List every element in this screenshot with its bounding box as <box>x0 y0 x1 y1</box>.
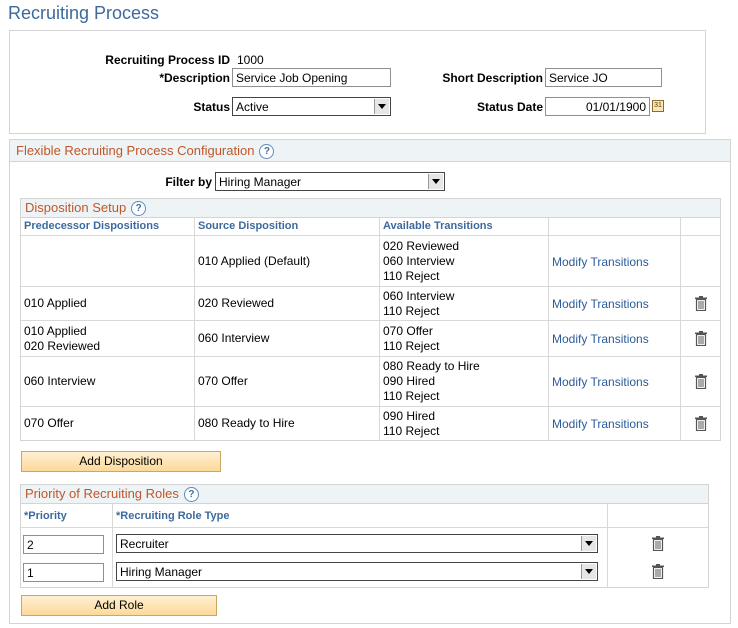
dropdown-arrow-icon[interactable] <box>581 536 596 551</box>
delete-row-icon[interactable] <box>695 374 707 389</box>
delete-row-icon[interactable] <box>652 536 664 551</box>
transition-item: 110 Reject <box>383 339 440 353</box>
filter-value: Hiring Manager <box>219 175 302 189</box>
help-icon[interactable]: ? <box>183 487 199 503</box>
modify-transitions-link[interactable]: Modify Transitions <box>552 297 649 311</box>
role-type-select[interactable]: Recruiter <box>116 534 598 553</box>
description-input[interactable]: Service Job Opening <box>232 68 391 87</box>
col-available-transitions: Available Transitions <box>383 220 493 232</box>
predecessor-item: 070 Offer <box>24 416 74 430</box>
status-select[interactable]: Active <box>232 97 391 116</box>
source-disposition: 010 Applied (Default) <box>198 254 311 268</box>
dropdown-arrow-icon[interactable] <box>428 174 443 189</box>
status-date-input[interactable]: 01/01/1900 <box>545 97 650 116</box>
delete-row-icon[interactable] <box>695 296 707 311</box>
calendar-icon[interactable]: 31 <box>652 100 664 112</box>
col-priority: *Priority <box>24 510 67 522</box>
process-id-value: 1000 <box>237 53 264 67</box>
priority-input[interactable]: 1 <box>23 563 104 582</box>
config-section-header: Flexible Recruiting Process Configuratio… <box>10 140 730 162</box>
short-description-input[interactable]: Service JO <box>545 68 662 87</box>
transition-item: 060 Interview <box>383 254 455 268</box>
status-value: Active <box>236 100 269 114</box>
role-type-value: Hiring Manager <box>120 565 203 579</box>
transition-item: 110 Reject <box>383 304 440 318</box>
role-type-value: Recruiter <box>120 537 169 551</box>
disposition-title: Disposition Setup <box>25 200 127 215</box>
transition-item: 020 Reviewed <box>383 239 460 253</box>
transition-item: 090 Hired <box>383 374 436 388</box>
modify-transitions-link[interactable]: Modify Transitions <box>552 417 649 431</box>
config-title: Flexible Recruiting Process Configuratio… <box>16 143 255 158</box>
transition-item: 070 Offer <box>383 324 433 338</box>
delete-row-icon[interactable] <box>652 564 664 579</box>
transition-item: 110 Reject <box>383 389 440 403</box>
page-title: Recruiting Process <box>8 3 160 23</box>
description-label: *Description <box>159 71 230 85</box>
transition-item: 080 Ready to Hire <box>383 359 480 373</box>
delete-row-icon[interactable] <box>695 331 707 346</box>
transition-item: 110 Reject <box>383 424 440 438</box>
modify-transitions-link[interactable]: Modify Transitions <box>552 332 649 346</box>
status-date-label: Status Date <box>476 100 543 114</box>
col-predecessor-dispositions: Predecessor Dispositions <box>24 220 160 232</box>
source-disposition: 070 Offer <box>198 374 248 388</box>
transition-item: 110 Reject <box>383 269 440 283</box>
roles-title: Priority of Recruiting Roles <box>25 486 179 501</box>
predecessor-item: 010 Applied <box>24 324 87 338</box>
disposition-header: Disposition Setup? <box>21 199 720 218</box>
add-role-button[interactable]: Add Role <box>21 595 217 616</box>
help-icon[interactable]: ? <box>131 201 147 217</box>
source-disposition: 080 Ready to Hire <box>198 416 295 430</box>
modify-transitions-link[interactable]: Modify Transitions <box>552 375 649 389</box>
source-disposition: 060 Interview <box>198 331 270 345</box>
filter-select[interactable]: Hiring Manager <box>215 172 445 191</box>
help-icon[interactable]: ? <box>259 144 275 160</box>
delete-row-icon[interactable] <box>695 416 707 431</box>
transition-item: 090 Hired <box>383 409 436 423</box>
modify-transitions-link[interactable]: Modify Transitions <box>552 255 649 269</box>
filter-label: Filter by <box>165 175 212 189</box>
short-description-label: Short Description <box>442 71 543 85</box>
predecessor-item: 060 Interview <box>24 374 96 388</box>
dropdown-arrow-icon[interactable] <box>374 99 389 114</box>
predecessor-item: 020 Reviewed <box>24 339 101 353</box>
role-type-select[interactable]: Hiring Manager <box>116 562 598 581</box>
roles-header: Priority of Recruiting Roles? <box>21 485 708 504</box>
col-recruiting-role-type: *Recruiting Role Type <box>116 510 230 522</box>
predecessor-item: 010 Applied <box>24 296 87 310</box>
status-label: Status <box>193 100 230 114</box>
process-id-label: Recruiting Process ID <box>105 53 230 67</box>
col-source-disposition: Source Disposition <box>198 220 299 232</box>
priority-input[interactable]: 2 <box>23 535 104 554</box>
add-disposition-button[interactable]: Add Disposition <box>21 451 221 472</box>
source-disposition: 020 Reviewed <box>198 296 275 310</box>
transition-item: 060 Interview <box>383 289 455 303</box>
dropdown-arrow-icon[interactable] <box>581 564 596 579</box>
